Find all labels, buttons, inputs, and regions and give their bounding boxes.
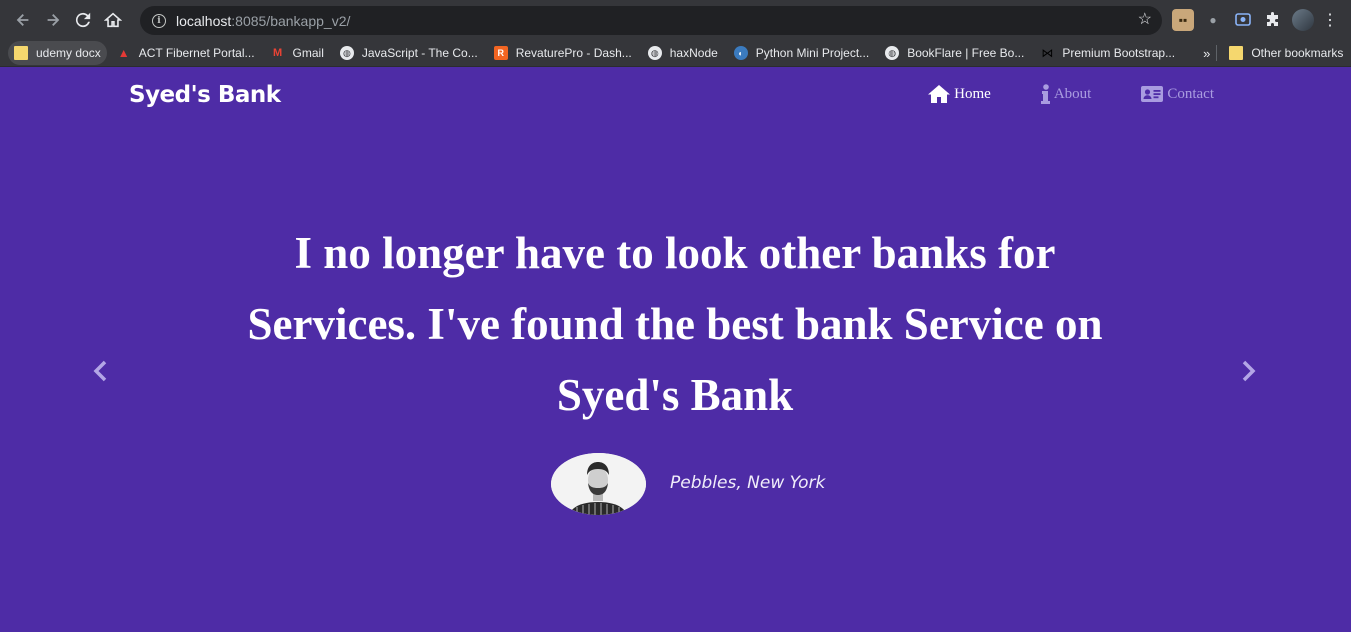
site-info-icon[interactable]: i: [152, 13, 166, 28]
bookmark-label: haxNode: [669, 46, 718, 60]
bookmark-item[interactable]: ◐ Python Mini Project...: [728, 41, 875, 65]
chevron-left-icon: [93, 360, 107, 382]
extension-face-icon[interactable]: ▪▪: [1172, 9, 1194, 31]
url-path: :8085/bankapp_v2/: [231, 12, 351, 29]
bookmark-label: Gmail: [292, 46, 324, 60]
bookmarks-bar: udemy docx ▲ ACT Fibernet Portal... M Gm…: [0, 40, 1351, 67]
nav-home[interactable]: Home: [928, 84, 991, 104]
bookmark-item[interactable]: R RevaturePro - Dash...: [488, 41, 638, 65]
carousel-prev-button[interactable]: [91, 358, 111, 384]
bookmark-star-icon[interactable]: ☆: [1138, 11, 1152, 29]
folder-icon: [14, 46, 28, 60]
browser-toolbar: i localhost:8085/bankapp_v2/ ☆ ▪▪ ● ⋮: [0, 0, 1351, 40]
bowtie-icon: ⋈: [1041, 46, 1054, 60]
page-content: Syed's Bank Home About Contact I no long…: [0, 68, 1351, 632]
bookmark-label: ACT Fibernet Portal...: [138, 46, 255, 60]
bookmark-item[interactable]: ◍ JavaScript - The Co...: [334, 41, 484, 65]
extensions-area: ▪▪ ● ⋮: [1172, 9, 1338, 31]
forward-button[interactable]: [38, 5, 68, 35]
extension-mouse-icon[interactable]: ●: [1202, 9, 1224, 31]
bookmark-item[interactable]: ◍ BookFlare | Free Bo...: [879, 41, 1030, 65]
bookmark-label: JavaScript - The Co...: [361, 46, 478, 60]
puzzle-extensions-icon[interactable]: [1262, 9, 1284, 31]
bookmark-label: BookFlare | Free Bo...: [907, 46, 1025, 60]
python-icon: ◐: [733, 46, 748, 60]
home-button[interactable]: [98, 5, 128, 35]
back-arrow-icon: [16, 14, 29, 26]
globe-icon: ◍: [339, 46, 354, 60]
bookmark-item[interactable]: ◍ haxNode: [642, 41, 724, 65]
folder-icon: [1229, 46, 1244, 60]
bookmark-label: Python Mini Project...: [755, 46, 870, 60]
contact-card-icon: [1141, 86, 1164, 102]
home-icon: [928, 85, 951, 103]
testimonial-avatar: [551, 453, 646, 515]
address-bar[interactable]: i localhost:8085/bankapp_v2/ ☆: [140, 6, 1162, 35]
back-button[interactable]: [8, 5, 38, 35]
other-bookmarks-folder[interactable]: Other bookmarks: [1223, 41, 1349, 65]
bookmark-item[interactable]: ⋈ Premium Bootstrap...: [1034, 41, 1181, 65]
reload-icon: [75, 12, 91, 28]
nav-about[interactable]: About: [1040, 84, 1092, 104]
nav-label: Home: [954, 85, 991, 102]
bookmark-label: Premium Bootstrap...: [1062, 46, 1176, 60]
bookmark-label: udemy docx: [36, 46, 101, 60]
url-text[interactable]: localhost:8085/bankapp_v2/: [176, 13, 350, 29]
nav-contact[interactable]: Contact: [1141, 84, 1214, 104]
bookmark-label: Other bookmarks: [1251, 46, 1344, 60]
extension-screen-icon[interactable]: [1232, 9, 1254, 31]
bookmarks-separator: [1216, 45, 1218, 61]
info-icon: [1040, 84, 1050, 104]
home-outline-icon: [104, 12, 122, 28]
bookmark-item[interactable]: udemy docx: [8, 41, 107, 65]
globe-icon: ◍: [647, 46, 662, 60]
more-bookmarks-button[interactable]: »: [1203, 46, 1210, 61]
globe-icon: ◍: [885, 46, 900, 60]
site-brand[interactable]: Syed's Bank: [129, 82, 281, 108]
gmail-icon: M: [272, 47, 283, 59]
bookmark-item[interactable]: M Gmail: [265, 41, 330, 65]
bookmark-item[interactable]: ▲ ACT Fibernet Portal...: [111, 41, 261, 65]
testimonial-author: Pebbles, New York: [670, 473, 826, 493]
url-host: localhost: [176, 12, 232, 29]
revature-icon: R: [493, 46, 508, 60]
forward-arrow-icon: [47, 14, 60, 26]
nav-label: About: [1053, 85, 1092, 102]
site-nav: Home About Contact: [928, 84, 1214, 104]
reload-button[interactable]: [68, 5, 98, 35]
bookmark-label: RevaturePro - Dash...: [515, 46, 632, 60]
menu-kebab-icon[interactable]: ⋮: [1322, 10, 1338, 30]
act-logo-icon: ▲: [117, 46, 130, 60]
nav-label: Contact: [1167, 85, 1214, 102]
testimonial-quote: I no longer have to look other banks for…: [247, 228, 1103, 420]
carousel-next-button[interactable]: [1238, 358, 1258, 384]
profile-avatar-icon[interactable]: [1292, 9, 1314, 31]
chevron-right-icon: [1242, 360, 1256, 382]
